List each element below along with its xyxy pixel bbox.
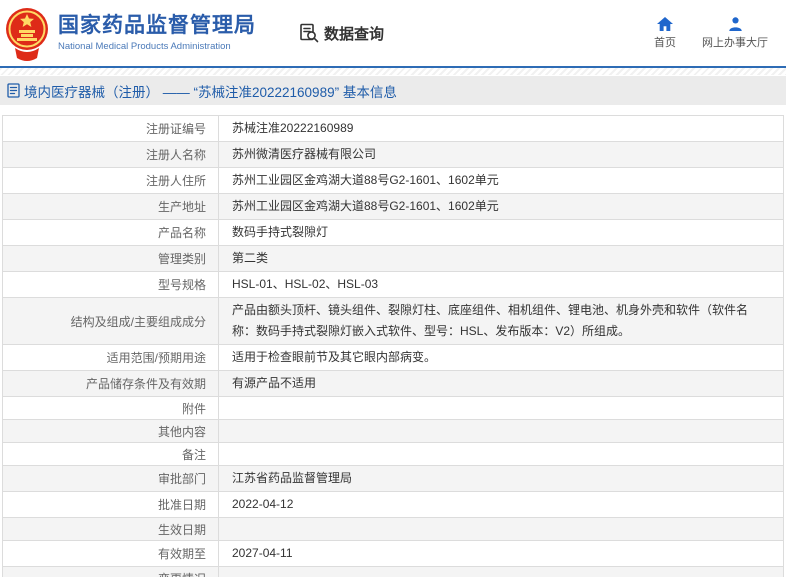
document-search-icon xyxy=(300,23,319,43)
row-value: 有源产品不适用 xyxy=(232,376,317,390)
row-value: 2027-04-11 xyxy=(232,546,293,560)
nav-home[interactable]: 首页 xyxy=(654,16,676,50)
row-value xyxy=(219,397,783,419)
row-label: 产品名称 xyxy=(3,220,219,245)
row-label: 型号规格 xyxy=(3,272,219,297)
nav-hall-label: 网上办事大厅 xyxy=(702,36,768,49)
row-value xyxy=(219,420,783,442)
national-emblem-logo xyxy=(6,8,48,61)
table-row-structure: 结构及组成/主要组成成分 产品由额头顶杆、镜头组件、裂隙灯柱、底座组件、相机组件、… xyxy=(3,297,783,344)
table-row: 附件 xyxy=(3,396,783,419)
row-label: 附件 xyxy=(3,397,219,419)
table-row: 注册人住所 苏州工业园区金鸡湖大道88号G2-1601、1602单元 xyxy=(3,167,783,193)
row-label: 管理类别 xyxy=(3,246,219,271)
table-row: 产品名称 数码手持式裂隙灯 xyxy=(3,219,783,245)
table-row: 注册人名称 苏州微清医疗器械有限公司 xyxy=(3,141,783,167)
row-label: 注册人名称 xyxy=(3,142,219,167)
row-label: 其他内容 xyxy=(3,420,219,442)
page-title-bar: 境内医疗器械（注册） —— “苏械注准20222160989” 基本信息 xyxy=(0,76,786,105)
table-row: 适用范围/预期用途 适用于检查眼前节及其它眼内部病变。 xyxy=(3,344,783,370)
brand-block: 国家药品监督管理局 National Medical Products Admi… xyxy=(58,14,256,51)
table-row: 注册证编号 苏械注准20222160989 xyxy=(3,116,783,141)
table-row: 有效期至 2027-04-11 xyxy=(3,540,783,566)
row-label: 结构及组成/主要组成成分 xyxy=(3,298,219,344)
row-value: 2022-04-12 xyxy=(232,497,294,511)
table-row: 管理类别 第二类 xyxy=(3,245,783,271)
row-label: 生效日期 xyxy=(3,518,219,540)
registration-info-table: 注册证编号 苏械注准20222160989 注册人名称 苏州微清医疗器械有限公司 注… xyxy=(2,115,784,577)
row-label: 注册证编号 xyxy=(3,116,219,141)
table-row: 型号规格 HSL-01、HSL-02、HSL-03 xyxy=(3,271,783,297)
row-value: 数码手持式裂隙灯 xyxy=(232,225,329,239)
row-value: 苏州工业园区金鸡湖大道88号G2-1601、1602单元 xyxy=(232,173,499,187)
row-label: 审批部门 xyxy=(3,466,219,491)
header-divider-texture xyxy=(0,68,786,75)
table-row: 变更情况 xyxy=(3,566,783,577)
agency-title: 国家药品监督管理局 xyxy=(58,14,256,38)
table-row: 备注 xyxy=(3,442,783,465)
top-nav: 首页 网上办事大厅 xyxy=(654,16,768,50)
table-row: 产品储存条件及有效期 有源产品不适用 xyxy=(3,370,783,396)
row-value: 适用于检查眼前节及其它眼内部病变。 xyxy=(232,350,437,364)
row-label: 注册人住所 xyxy=(3,168,219,193)
row-label: 产品储存条件及有效期 xyxy=(3,371,219,396)
row-value: HSL-01、HSL-02、HSL-03 xyxy=(232,277,379,291)
row-label: 备注 xyxy=(3,443,219,465)
row-label: 适用范围/预期用途 xyxy=(3,345,219,370)
row-label: 批准日期 xyxy=(3,492,219,517)
table-row: 生产地址 苏州工业园区金鸡湖大道88号G2-1601、1602单元 xyxy=(3,193,783,219)
table-row: 生效日期 xyxy=(3,517,783,540)
row-value: 产品由额头顶杆、镜头组件、裂隙灯柱、底座组件、相机组件、锂电池、机身外壳和软件（… xyxy=(232,303,749,338)
data-query-label: 数据查询 xyxy=(324,25,385,43)
row-value xyxy=(219,567,783,577)
table-row: 批准日期 2022-04-12 xyxy=(3,491,783,517)
row-value: 江苏省药品监督管理局 xyxy=(232,471,353,485)
row-label: 生产地址 xyxy=(3,194,219,219)
row-value xyxy=(219,518,783,540)
page-title: 境内医疗器械（注册） —— “苏械注准20222160989” 基本信息 xyxy=(24,84,397,100)
agency-subtitle: National Medical Products Administration xyxy=(58,40,231,52)
row-label: 有效期至 xyxy=(3,541,219,566)
row-value: 苏州工业园区金鸡湖大道88号G2-1601、1602单元 xyxy=(232,199,499,213)
page-header: 国家药品监督管理局 National Medical Products Admi… xyxy=(0,0,786,68)
table-row: 审批部门 江苏省药品监督管理局 xyxy=(3,465,783,491)
home-icon xyxy=(657,16,673,31)
row-label: 变更情况 xyxy=(3,567,219,577)
document-icon xyxy=(7,83,20,98)
row-value: 第二类 xyxy=(232,251,269,265)
row-value: 苏州微清医疗器械有限公司 xyxy=(232,147,377,161)
nav-online-service-hall[interactable]: 网上办事大厅 xyxy=(702,16,768,50)
data-query-tab[interactable]: 数据查询 xyxy=(298,22,384,44)
person-icon xyxy=(728,16,742,31)
row-value xyxy=(219,443,783,465)
nav-home-label: 首页 xyxy=(654,36,676,49)
table-row: 其他内容 xyxy=(3,419,783,442)
row-value: 苏械注准20222160989 xyxy=(232,121,354,135)
